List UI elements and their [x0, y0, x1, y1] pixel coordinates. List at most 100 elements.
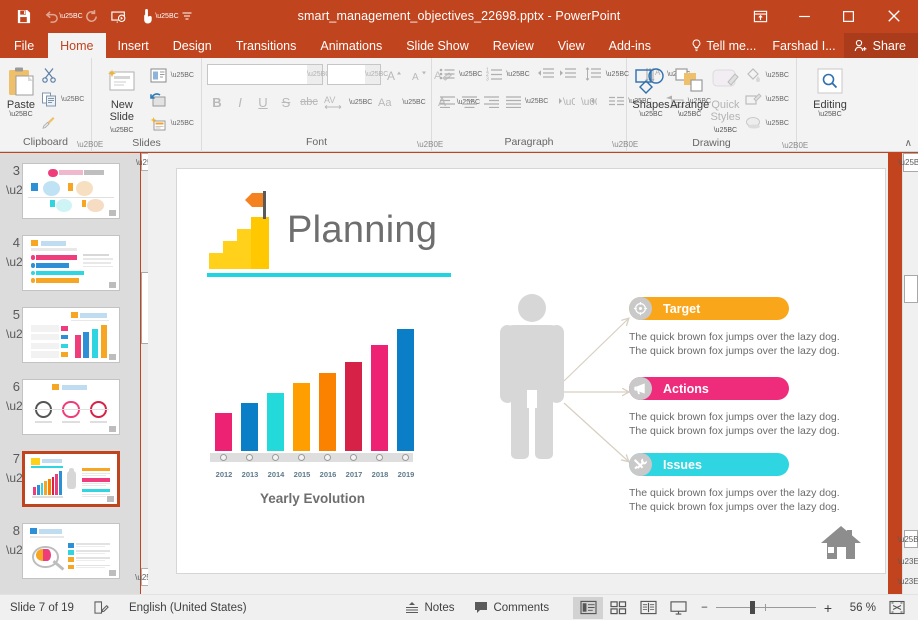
- numbering-button[interactable]: 123: [484, 64, 504, 84]
- align-center-button[interactable]: [459, 91, 479, 111]
- slideshow-view-button[interactable]: [663, 597, 693, 619]
- current-slide[interactable]: Planning 2012 2013 2014 2015 2016 2017 2…: [176, 168, 886, 574]
- tab-insert[interactable]: Insert: [106, 33, 161, 58]
- shape-outline-button[interactable]: \u25BC: [742, 88, 791, 110]
- editing-dropdown-icon[interactable]: \u25BC: [818, 111, 841, 119]
- shape-fill-dropdown-icon[interactable]: \u25BC: [766, 72, 789, 79]
- font-name-dropdown-icon[interactable]: \u25BC: [307, 65, 330, 84]
- shapes-button[interactable]: Shapes \u25BC: [632, 62, 670, 119]
- shape-outline-dropdown-icon[interactable]: \u25BC: [766, 96, 789, 103]
- slide-counter[interactable]: Slide 7 of 19: [0, 595, 84, 621]
- paste-dropdown-icon[interactable]: \u25BC: [9, 111, 32, 119]
- tell-me-search[interactable]: Tell me...: [683, 39, 764, 53]
- language-indicator[interactable]: English (United States): [119, 595, 257, 621]
- slide-thumbnail-8[interactable]: [22, 523, 120, 579]
- tab-review[interactable]: Review: [481, 33, 546, 58]
- slide-title[interactable]: Planning: [287, 209, 437, 252]
- font-dialog-launcher-icon[interactable]: \u2B0E: [417, 137, 443, 149]
- layout-dropdown-icon[interactable]: \u25BC: [171, 72, 194, 79]
- copy-button[interactable]: \u25BC: [37, 88, 86, 110]
- arrange-button[interactable]: Arrange \u25BC: [670, 62, 709, 119]
- font-name-combobox[interactable]: \u25BC: [207, 64, 330, 85]
- paragraph-dialog-launcher-icon[interactable]: \u2B0E: [612, 137, 638, 149]
- increase-font-size-icon[interactable]: A: [385, 65, 405, 85]
- decrease-font-size-icon[interactable]: A: [409, 65, 429, 85]
- line-spacing-dropdown-icon[interactable]: \u25BC: [606, 71, 629, 78]
- reset-button[interactable]: [147, 88, 196, 110]
- slide-thumbnail-4[interactable]: [22, 235, 120, 291]
- normal-view-button[interactable]: [573, 596, 604, 619]
- ltr-text-button[interactable]: \u00B6: [556, 91, 576, 111]
- justify-button[interactable]: [503, 91, 523, 111]
- align-right-button[interactable]: [481, 91, 501, 111]
- start-presentation-icon[interactable]: [106, 4, 132, 28]
- undo-dropdown-icon[interactable]: \u25BC: [59, 4, 82, 28]
- scrollbar-thumb[interactable]: [904, 275, 918, 303]
- fit-slide-to-window-button[interactable]: [882, 597, 912, 619]
- section-button[interactable]: \u25BC: [147, 112, 196, 134]
- item-actions[interactable]: Actions The quick brown fox jumps over t…: [629, 377, 864, 438]
- redo-icon[interactable]: [78, 4, 104, 28]
- slide-thumbnail-7[interactable]: [22, 451, 120, 507]
- font-size-dropdown-icon[interactable]: \u25BC: [365, 65, 388, 84]
- editing-button[interactable]: Editing \u25BC: [803, 62, 857, 119]
- shape-effects-dropdown-icon[interactable]: \u25BC: [766, 120, 789, 127]
- change-case-dropdown-icon[interactable]: \u25BC: [402, 99, 425, 106]
- new-slide-button[interactable]: New Slide \u25BC: [97, 62, 147, 135]
- zoom-slider[interactable]: [712, 595, 820, 621]
- save-icon[interactable]: [10, 4, 36, 28]
- scroll-down-button[interactable]: \u25BC: [898, 530, 918, 548]
- touch-mode-dropdown-icon[interactable]: \u25BC: [155, 4, 178, 28]
- tab-animations[interactable]: Animations: [308, 33, 394, 58]
- tab-add-ins[interactable]: Add-ins: [597, 33, 663, 58]
- character-spacing-dropdown-icon[interactable]: \u25BC: [349, 99, 372, 106]
- shadow-button[interactable]: S: [276, 92, 296, 112]
- zoom-percentage[interactable]: 56 %: [838, 602, 882, 614]
- decrease-indent-button[interactable]: [536, 64, 556, 84]
- share-button[interactable]: Share: [843, 33, 918, 58]
- tab-slide-show[interactable]: Slide Show: [394, 33, 481, 58]
- copy-dropdown-icon[interactable]: \u25BC: [61, 96, 84, 103]
- bar-chart[interactable]: 2012 2013 2014 2015 2016 2017 2018 2019: [205, 309, 420, 484]
- actions-pill[interactable]: Actions: [629, 377, 789, 400]
- slide-area-scrollbar[interactable]: \u25B2 \u25BC \u23EB \u23EC: [898, 153, 918, 594]
- arrange-dropdown-icon[interactable]: \u25BC: [678, 111, 701, 119]
- numbering-dropdown-icon[interactable]: \u25BC: [506, 71, 529, 78]
- underline-button[interactable]: U: [253, 92, 273, 112]
- change-case-button[interactable]: Aa: [375, 92, 399, 112]
- user-account-name[interactable]: Farshad I...: [764, 39, 843, 53]
- columns-button[interactable]: [606, 91, 626, 111]
- shapes-dropdown-icon[interactable]: \u25BC: [639, 111, 662, 119]
- target-pill[interactable]: Target: [629, 297, 789, 320]
- home-icon[interactable]: [819, 523, 863, 561]
- issues-pill[interactable]: Issues: [629, 453, 789, 476]
- slide-thumbnail-3[interactable]: [22, 163, 120, 219]
- rtl-text-button[interactable]: \u00B6: [578, 91, 598, 111]
- format-painter-button[interactable]: [37, 112, 86, 134]
- quick-styles-button[interactable]: Quick Styles \u25BC: [709, 62, 741, 135]
- ribbon-display-options-icon[interactable]: [738, 0, 782, 32]
- justify-dropdown-icon[interactable]: \u25BC: [525, 98, 548, 105]
- collapse-ribbon-button[interactable]: ∧: [905, 138, 912, 149]
- increase-indent-button[interactable]: [558, 64, 578, 84]
- strikethrough-button[interactable]: abc: [299, 92, 319, 112]
- tab-file[interactable]: File: [0, 33, 48, 58]
- shape-fill-button[interactable]: \u25BC: [742, 64, 791, 86]
- slide-editing-area[interactable]: Planning 2012 2013 2014 2015 2016 2017 2…: [148, 153, 888, 594]
- item-target[interactable]: Target The quick brown fox jumps over th…: [629, 297, 864, 358]
- cut-button[interactable]: [37, 64, 86, 86]
- tab-home[interactable]: Home: [48, 33, 106, 58]
- section-dropdown-icon[interactable]: \u25BC: [171, 120, 194, 127]
- layout-button[interactable]: \u25BC: [147, 64, 196, 86]
- next-slide-button[interactable]: \u23EC: [898, 573, 918, 590]
- reading-view-button[interactable]: [633, 597, 663, 619]
- scroll-up-button[interactable]: \u25B2: [898, 153, 918, 172]
- zoom-slider-handle[interactable]: [749, 601, 755, 614]
- new-slide-dropdown-icon[interactable]: \u25BC: [110, 127, 133, 134]
- slide-thumbnail-6[interactable]: [22, 379, 120, 435]
- italic-button[interactable]: I: [230, 92, 250, 112]
- slide-sorter-view-button[interactable]: [603, 597, 633, 619]
- close-button[interactable]: [870, 0, 918, 32]
- spelling-icon[interactable]: [84, 595, 119, 621]
- align-left-button[interactable]: [437, 91, 457, 111]
